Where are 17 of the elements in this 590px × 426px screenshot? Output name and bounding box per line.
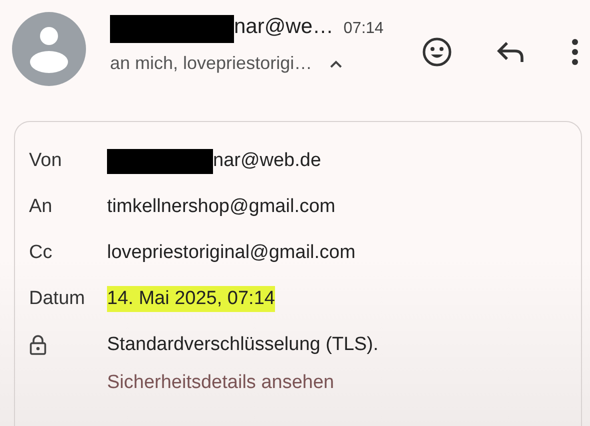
field-label: Datum	[29, 288, 86, 310]
more-icon[interactable]	[571, 38, 579, 66]
field-label: Cc	[29, 242, 54, 264]
field-value: nar@web.de	[213, 149, 322, 173]
avatar-icon	[12, 12, 86, 86]
time: 07:14	[344, 20, 384, 38]
lock-icon	[29, 334, 47, 356]
field-label: An	[29, 196, 54, 218]
field-value: timkellnershop@gmail.com	[107, 195, 336, 219]
recipients: an mich, lovepriestorigi…	[110, 53, 312, 74]
encryption-text: Standardverschlüsselung (TLS).	[107, 333, 378, 357]
emoji-icon[interactable]	[421, 36, 453, 68]
sender-name: nar@we…	[234, 15, 334, 39]
security-details-link[interactable]: Sicherheitsdetails ansehen	[107, 372, 334, 394]
field-value: lovepriestoriginal@gmail.com	[107, 241, 356, 265]
field-value: 14. Mai 2025, 07:14	[107, 286, 275, 312]
field-label: Von	[29, 150, 63, 172]
